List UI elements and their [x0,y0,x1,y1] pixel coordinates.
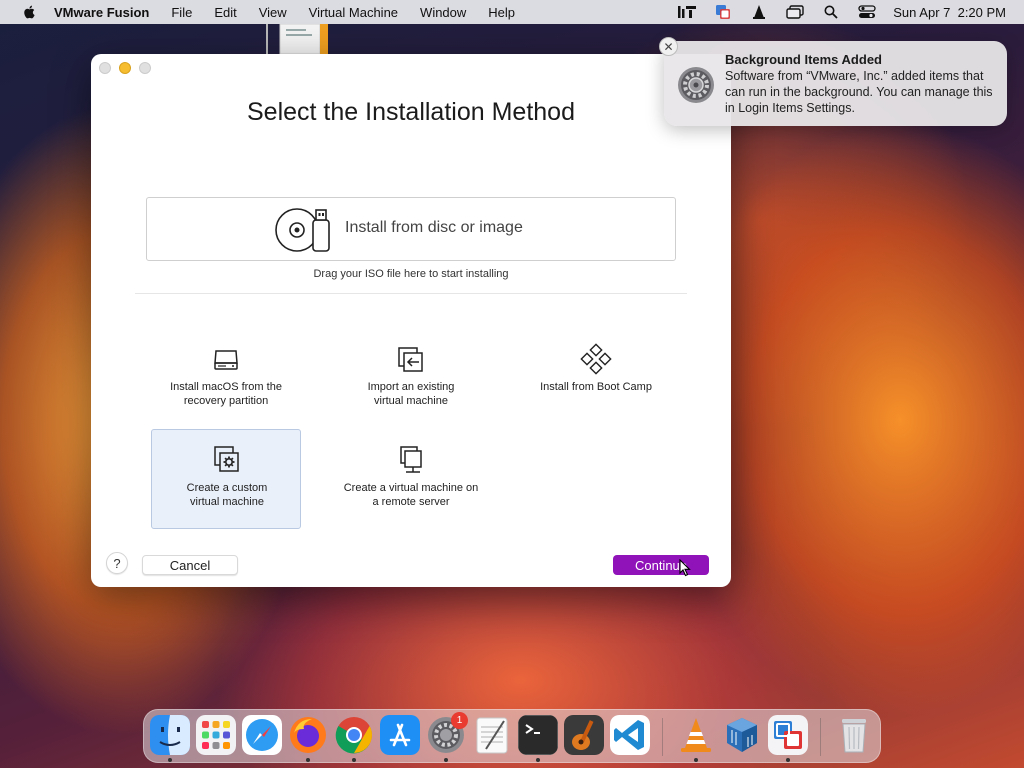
firefox-icon[interactable] [288,715,328,755]
vscode-icon[interactable] [610,715,650,755]
safari-icon[interactable] [242,715,282,755]
app-store-icon[interactable] [380,715,420,755]
virtualbox-icon[interactable] [722,715,762,755]
notification-body: Software from “VMware, Inc.” added items… [725,69,993,115]
menu-help[interactable]: Help [488,5,515,20]
notification-close-button[interactable]: ✕ [659,37,678,56]
import-vm-icon [398,347,423,372]
menu-edit[interactable]: Edit [214,5,236,20]
system-settings-running-indicator [444,758,448,762]
zoom-window-button[interactable] [139,62,151,74]
textedit-icon[interactable] [472,715,512,755]
terminal-running-indicator [536,758,540,762]
option-recovery-partition-label: Install macOS from the recovery partitio… [170,381,282,407]
option-import-vm-label: Import an existing virtual machine [367,381,455,407]
installation-method-window: Select the Installation Method Install f… [91,54,731,587]
option-custom-vm-label: Create a custom virtual machine [186,482,268,508]
system-settings-badge: 1 [451,712,468,729]
finder-running-indicator [168,758,172,762]
chrome-icon[interactable] [334,715,374,755]
notification-title: Background Items Added [725,52,882,67]
mouse-pointer-icon [679,559,691,577]
option-remote-server-label: Create a virtual machine on a remote ser… [343,482,479,508]
disc-usb-icon [275,208,330,252]
window-controls [99,62,151,74]
dock-separator-trash [820,718,821,756]
drag-iso-hint: Drag your ISO file here to start install… [313,268,509,280]
menu-bar: VMware Fusion File Edit View Virtual Mac… [0,0,1024,24]
option-boot-camp-label: Install from Boot Camp [540,381,652,393]
hard-drive-icon [214,350,238,370]
vlc-status-icon[interactable] [749,4,769,20]
boot-camp-icon [580,343,612,375]
section-divider [135,293,687,294]
system-settings-gear-icon [678,67,714,103]
vmware-fusion-icon[interactable] [768,715,808,755]
dock: 1 [143,709,881,763]
install-from-disc-label: Install from disc or image [345,219,523,236]
option-recovery-partition[interactable]: Install macOS from the recovery partitio… [150,328,300,428]
terminal-icon[interactable] [518,715,558,755]
launchpad-icon[interactable] [196,715,236,755]
minimize-window-button[interactable] [119,62,131,74]
input-menu-icon[interactable] [677,4,697,20]
control-center-icon[interactable] [857,4,877,20]
dialog-title: Select the Installation Method [247,98,575,126]
continue-button[interactable]: Continue [613,555,709,575]
close-window-button[interactable] [99,62,111,74]
install-from-disc-option[interactable]: Install from disc or image [146,197,676,261]
custom-vm-icon [214,446,239,472]
apple-menu-icon[interactable] [20,4,40,20]
cancel-button[interactable]: Cancel [142,555,238,575]
background-items-notification[interactable]: ✕ Background Items Added Software from “… [659,37,1007,126]
app-name-menu[interactable]: VMware Fusion [54,5,149,20]
spotlight-search-icon[interactable] [821,4,841,20]
remote-server-icon [400,446,422,473]
menu-view[interactable]: View [259,5,287,20]
vlc-running-indicator [694,758,698,762]
trash-icon[interactable] [834,715,874,755]
desktop-file-icon[interactable] [266,23,336,55]
screen-mirroring-icon[interactable] [785,4,805,20]
option-boot-camp[interactable]: Install from Boot Camp [520,328,670,428]
finder-icon[interactable] [150,715,190,755]
menu-file[interactable]: File [171,5,192,20]
option-import-vm[interactable]: Import an existing virtual machine [335,328,485,428]
menu-window[interactable]: Window [420,5,466,20]
help-button[interactable]: ? [106,552,128,574]
vlc-icon[interactable] [676,715,716,755]
option-custom-vm[interactable]: Create a custom virtual machine [151,429,301,529]
chrome-running-indicator [352,758,356,762]
dock-separator [662,718,663,756]
option-remote-server[interactable]: Create a virtual machine on a remote ser… [335,429,485,529]
menu-bar-clock[interactable]: Sun Apr 7 2:20 PM [893,5,1006,20]
vmware-fusion-running-indicator [786,758,790,762]
menu-virtual-machine[interactable]: Virtual Machine [309,5,398,20]
firefox-running-indicator [306,758,310,762]
garageband-icon[interactable] [564,715,604,755]
vmware-status-icon[interactable] [713,4,733,20]
